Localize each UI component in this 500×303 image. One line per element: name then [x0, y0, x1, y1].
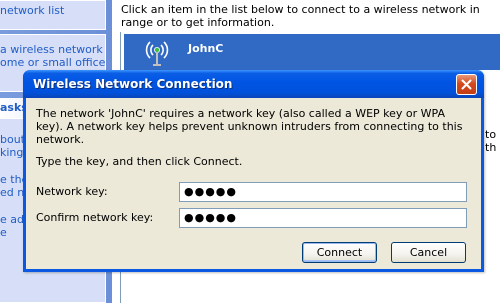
network-name: JohnC: [188, 42, 224, 55]
dialog-body: The network 'JohnC' requires a network k…: [26, 98, 481, 269]
network-key-label: Network key:: [36, 185, 108, 198]
network-key-field[interactable]: ●●●●●: [179, 182, 467, 202]
connect-button[interactable]: Connect: [302, 242, 377, 263]
dialog-prompt: Type the key, and then click Connect.: [36, 155, 243, 168]
setup-wireless-network-link-line2[interactable]: ome or small office: [0, 56, 105, 69]
related-link-3-line2[interactable]: e: [0, 226, 7, 239]
wireless-signal-icon: [145, 41, 169, 66]
cancel-button[interactable]: Cancel: [391, 242, 466, 263]
close-icon: [461, 79, 472, 90]
confirm-key-field[interactable]: ●●●●●: [179, 208, 467, 228]
close-button[interactable]: [456, 74, 477, 95]
network-item-selected[interactable]: JohnC: [124, 34, 500, 70]
wireless-network-connection-dialog: Wireless Network Connection The network …: [23, 70, 484, 272]
instruction-text: Click an item in the list below to conne…: [121, 3, 480, 29]
related-link-1[interactable]: bout: [0, 133, 25, 146]
setup-wireless-network-link[interactable]: a wireless network: [0, 43, 103, 56]
related-link-1-line2[interactable]: king: [0, 146, 23, 159]
dialog-titlebar[interactable]: Wireless Network Connection: [23, 70, 484, 98]
confirm-key-label: Confirm network key:: [36, 211, 154, 224]
view-network-list-link[interactable]: network list: [0, 4, 64, 17]
task-box-top: network list: [0, 0, 106, 30]
dialog-title: Wireless Network Connection: [33, 77, 233, 91]
network-status-text: to th: [485, 128, 497, 154]
dialog-message: The network 'JohnC' requires a network k…: [36, 107, 463, 146]
